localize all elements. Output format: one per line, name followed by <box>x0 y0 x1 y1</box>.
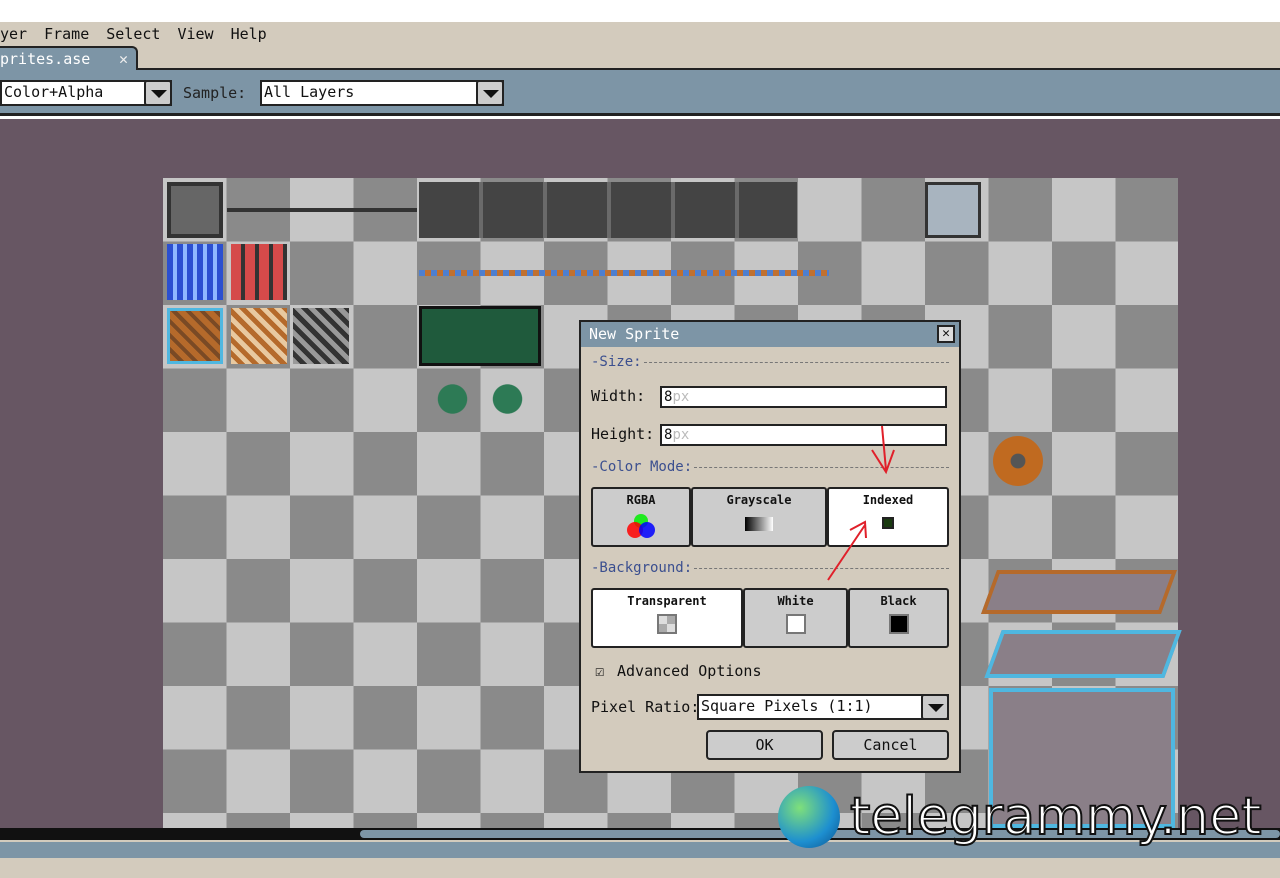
color-mode-indexed[interactable]: Indexed <box>827 487 949 547</box>
option-label: Indexed <box>862 493 914 507</box>
height-label: Height: <box>591 425 655 443</box>
section-label: -Size: <box>591 354 642 370</box>
close-icon[interactable]: ✕ <box>937 325 955 343</box>
checkbox-icon[interactable]: ☑ <box>595 662 604 680</box>
indexed-palette-icon <box>882 517 894 529</box>
size-section: -Size: <box>591 354 949 370</box>
sprite-tile-orange <box>167 308 223 364</box>
height-input[interactable]: 8px <box>660 424 947 446</box>
close-icon[interactable]: ✕ <box>119 50 128 68</box>
menu-frame[interactable]: Frame <box>44 25 89 43</box>
chevron-down-icon[interactable] <box>921 694 949 720</box>
option-label: RGBA <box>626 493 656 507</box>
background-black[interactable]: Black <box>848 588 949 648</box>
mode-value: Color+Alpha <box>4 83 104 101</box>
sample-value: All Layers <box>264 83 355 101</box>
sprite-box <box>167 182 223 238</box>
menu-bar: yer Frame Select View Help <box>0 22 1280 46</box>
tab-label: prites.ase <box>0 50 91 68</box>
sprite-crate <box>925 182 981 238</box>
background-group: Transparent White Black <box>591 588 949 648</box>
option-label: Transparent <box>627 594 707 608</box>
color-mode-grayscale[interactable]: Grayscale <box>691 487 827 547</box>
watermark-text: telegrammy.net <box>849 786 1263 848</box>
chevron-down-icon[interactable] <box>476 80 504 106</box>
section-label: -Background: <box>591 560 693 576</box>
section-label: -Color Mode: <box>591 459 693 475</box>
black-swatch-icon <box>888 614 909 634</box>
sample-select[interactable]: All Layers <box>260 80 504 106</box>
sprite-green-nodes <box>425 376 535 422</box>
background-transparent[interactable]: Transparent <box>591 588 743 648</box>
sprite-chevrons <box>167 244 223 300</box>
pixel-ratio-value: Square Pixels (1:1) <box>701 697 873 715</box>
option-label: White <box>777 594 814 608</box>
width-label: Width: <box>591 387 646 405</box>
rgb-circles-icon <box>627 514 655 538</box>
sprite-panel-blue <box>984 630 1182 678</box>
sprite-tile-gray <box>293 308 349 364</box>
mode-select[interactable]: Color+Alpha <box>0 80 172 106</box>
color-mode-rgba[interactable]: RGBA <box>591 487 691 547</box>
sprite-lasers <box>419 182 797 238</box>
telegram-logo-icon <box>778 786 840 848</box>
pixel-ratio-select[interactable]: Square Pixels (1:1) <box>697 694 949 720</box>
color-mode-group: RGBA Grayscale Indexed <box>591 487 949 547</box>
sprite-wire <box>227 208 417 212</box>
dialog-title: New Sprite <box>589 325 680 343</box>
context-toolbar: Color+Alpha Sample: All Layers <box>0 70 1280 116</box>
white-swatch-icon <box>785 614 806 634</box>
ok-button[interactable]: OK <box>706 730 823 760</box>
menu-view[interactable]: View <box>177 25 213 43</box>
menu-layer[interactable]: yer <box>0 25 27 43</box>
sprite-panel-orange <box>980 570 1178 614</box>
transparent-icon <box>657 614 677 634</box>
tab-sprites[interactable]: prites.ase ✕ <box>0 46 138 70</box>
sample-label: Sample: <box>183 84 247 102</box>
menu-select[interactable]: Select <box>106 25 160 43</box>
new-sprite-dialog: New Sprite ✕ -Size: Width: 8px Height: 8… <box>579 320 961 773</box>
height-unit: px <box>672 427 690 443</box>
sprite-tile-stripe <box>231 308 287 364</box>
chevron-down-icon[interactable] <box>144 80 172 106</box>
tab-bar: prites.ase ✕ <box>0 46 1280 70</box>
background-white[interactable]: White <box>743 588 848 648</box>
dialog-title-bar[interactable]: New Sprite ✕ <box>581 322 959 347</box>
grayscale-icon <box>745 517 773 531</box>
width-input[interactable]: 8px <box>660 386 947 408</box>
cancel-button[interactable]: Cancel <box>832 730 949 760</box>
color-mode-section: -Color Mode: <box>591 459 949 475</box>
pixel-ratio-label: Pixel Ratio: <box>591 698 700 716</box>
menu-help[interactable]: Help <box>231 25 267 43</box>
option-label: Black <box>880 594 917 608</box>
top-margin <box>0 0 1280 22</box>
sprite-bars <box>231 244 287 300</box>
width-unit: px <box>672 389 690 405</box>
advanced-options-label[interactable]: Advanced Options <box>617 662 762 680</box>
sprite-gear <box>993 436 1043 486</box>
sprite-green-boards <box>419 306 541 366</box>
option-label: Grayscale <box>726 493 792 507</box>
sprite-pipes <box>419 270 829 276</box>
watermark: telegrammy.net <box>778 786 1263 848</box>
background-section: -Background: <box>591 560 949 576</box>
